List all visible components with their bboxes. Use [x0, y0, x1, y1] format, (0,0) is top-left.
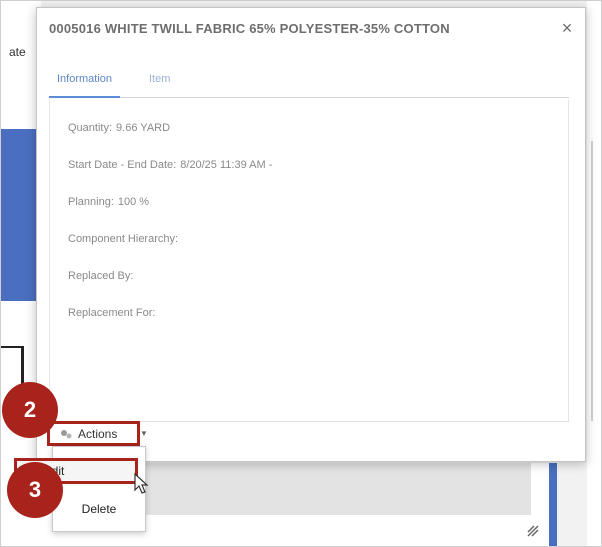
field-component-hierarchy: Component Hierarchy: — [68, 233, 182, 245]
field-label: Component Hierarchy: — [68, 233, 179, 245]
field-label: Quantity: — [68, 122, 113, 134]
actions-button[interactable]: Actions — [47, 421, 140, 446]
step-badge-2: 2 — [2, 382, 58, 438]
actions-label: Actions — [78, 427, 118, 441]
dialog-tabs: Information Item — [49, 68, 569, 98]
field-value: 8/20/25 11:39 AM - — [180, 159, 273, 171]
field-replacement-for: Replacement For: — [68, 307, 159, 319]
background-partial-label: ate — [9, 45, 26, 59]
close-icon[interactable]: × — [557, 18, 577, 38]
background-right-panel — [587, 1, 601, 546]
field-quantity: Quantity: 9.66 YARD — [68, 122, 170, 134]
background-blue-bar — [549, 463, 557, 546]
item-details-dialog: 0005016 WHITE TWILL FABRIC 65% POLYESTER… — [36, 7, 586, 462]
field-value: 9.66 YARD — [116, 122, 171, 134]
field-label: Replaced By: — [68, 270, 134, 282]
step-badge-3: 3 — [7, 462, 63, 518]
background-gray-bar — [146, 463, 531, 515]
actions-gear-icon — [61, 430, 72, 439]
dialog-title: 0005016 WHITE TWILL FABRIC 65% POLYESTER… — [49, 21, 450, 36]
background-line — [1, 346, 23, 348]
mouse-cursor-icon — [134, 472, 149, 494]
information-panel: Quantity: 9.66 YARD Start Date - End Date… — [49, 100, 569, 422]
field-label: Start Date - End Date: — [68, 159, 177, 171]
field-label: Planning: — [68, 196, 114, 208]
resize-icon[interactable] — [526, 524, 540, 538]
field-start-end-date: Start Date - End Date: 8/20/25 11:39 AM - — [68, 159, 272, 171]
background-left-panel — [1, 1, 41, 129]
field-label: Replacement For: — [68, 307, 156, 319]
background-right-border — [591, 141, 593, 421]
field-value: 100 % — [117, 196, 150, 208]
field-planning: Planning: 100 % — [68, 196, 149, 208]
tab-item[interactable]: Item — [141, 68, 178, 98]
tab-information[interactable]: Information — [49, 68, 121, 98]
background-blue-block — [1, 129, 39, 301]
field-replaced-by: Replaced By: — [68, 270, 137, 282]
chevron-down-icon[interactable]: ▼ — [140, 429, 148, 438]
menu-item-delete[interactable]: Delete — [52, 498, 146, 520]
